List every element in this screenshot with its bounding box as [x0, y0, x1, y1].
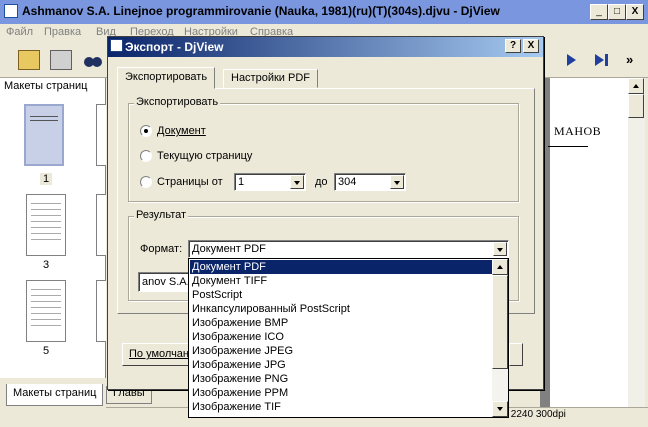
- format-combo[interactable]: Документ PDF: [188, 240, 509, 258]
- print-icon[interactable]: [50, 50, 72, 70]
- format-label: Формат:: [140, 243, 183, 255]
- to-label: до: [315, 176, 328, 188]
- result-group-label: Результат: [134, 209, 189, 221]
- format-option[interactable]: Изображение PPM: [190, 386, 492, 400]
- tab-export[interactable]: Экспортировать: [117, 67, 216, 89]
- thumbnail-page-3[interactable]: [26, 194, 66, 256]
- menu-edit[interactable]: Правка: [44, 26, 81, 38]
- document-scrollbar[interactable]: [628, 78, 645, 408]
- app-icon: [4, 4, 18, 18]
- tab-page-thumbnails[interactable]: Макеты страниц: [6, 384, 104, 406]
- minimize-button[interactable]: _: [590, 4, 608, 20]
- scroll-thumb[interactable]: [628, 94, 644, 118]
- close-button[interactable]: X: [626, 4, 644, 20]
- menu-file[interactable]: Файл: [6, 26, 33, 38]
- scroll-up-button[interactable]: [628, 78, 644, 94]
- last-page-icon[interactable]: [590, 50, 612, 70]
- format-option[interactable]: Изображение BMP: [190, 316, 492, 330]
- format-option[interactable]: Изображение ICO: [190, 330, 492, 344]
- dropdown-scroll-thumb[interactable]: [492, 275, 508, 369]
- radio-pages[interactable]: [140, 176, 152, 188]
- thumbnail-page-2[interactable]: [96, 104, 106, 166]
- radio-pages-label[interactable]: Страницы от: [157, 176, 223, 188]
- dialog-app-icon: [110, 39, 123, 52]
- thumbnail-number: 1: [40, 173, 52, 185]
- thumbnail-page-1[interactable]: [24, 104, 64, 166]
- format-option[interactable]: PostScript: [190, 288, 492, 302]
- page-to-value: 304: [338, 176, 357, 188]
- dialog-title: Экспорт - DjView: [125, 40, 224, 54]
- thumbnails-title: Макеты страниц: [4, 80, 88, 92]
- page-from-combo[interactable]: 1: [234, 173, 306, 191]
- defaults-button-label: По умолчанию: [129, 348, 189, 360]
- more-tools-icon[interactable]: »: [626, 52, 648, 72]
- document-text: МАНОВ: [554, 124, 602, 138]
- radio-current-page-label[interactable]: Текущую страницу: [157, 150, 252, 162]
- defaults-button[interactable]: По умолчанию: [122, 343, 190, 366]
- format-option[interactable]: Документ TIFF: [190, 274, 492, 288]
- radio-current-page[interactable]: [140, 150, 152, 162]
- page-from-value: 1: [238, 176, 245, 188]
- dialog-close-button[interactable]: X: [523, 39, 539, 53]
- chevron-down-icon[interactable]: [390, 175, 404, 189]
- page-to-combo[interactable]: 304: [334, 173, 406, 191]
- dialog-help-button[interactable]: ?: [505, 39, 521, 53]
- main-window-title: Ashmanov S.A. Linejnoe programmirovanie …: [22, 4, 500, 18]
- scroll-down-icon[interactable]: [492, 401, 508, 417]
- find-icon[interactable]: [82, 50, 104, 70]
- radio-document[interactable]: [140, 125, 152, 137]
- format-option[interactable]: Изображение JPG: [190, 358, 492, 372]
- file-path-value: anov S.A.: [142, 276, 190, 288]
- thumbnail-page-6[interactable]: [96, 280, 106, 342]
- format-value: Документ PDF: [192, 243, 266, 255]
- format-option[interactable]: Изображение TIF: [190, 400, 492, 414]
- maximize-button[interactable]: □: [608, 4, 626, 20]
- chevron-down-icon[interactable]: [290, 175, 304, 189]
- chevron-down-icon[interactable]: [493, 242, 507, 256]
- format-option[interactable]: Инкапсулированный PostScript: [190, 302, 492, 316]
- dropdown-scrollbar[interactable]: [492, 259, 508, 417]
- tab-pdf-settings[interactable]: Настройки PDF: [223, 69, 318, 88]
- thumbnail-number: 3: [42, 259, 50, 271]
- radio-document-label[interactable]: Документ: [157, 125, 206, 137]
- format-option[interactable]: Изображение JPEG: [190, 344, 492, 358]
- thumbnail-page-5[interactable]: [26, 280, 66, 342]
- next-page-icon[interactable]: [560, 50, 582, 70]
- thumbnail-number: 5: [42, 345, 50, 357]
- ok-button[interactable]: [509, 343, 523, 366]
- scroll-up-icon[interactable]: [492, 259, 508, 275]
- open-folder-icon[interactable]: [18, 50, 40, 70]
- document-rule: [548, 146, 588, 147]
- format-option[interactable]: Документ PDF: [190, 260, 492, 274]
- export-group-label: Экспортировать: [134, 96, 221, 108]
- format-option[interactable]: Изображение PNG: [190, 372, 492, 386]
- thumbnail-page-4[interactable]: [96, 194, 106, 256]
- format-dropdown-list: Документ PDF Документ TIFF PostScript Ин…: [188, 258, 509, 418]
